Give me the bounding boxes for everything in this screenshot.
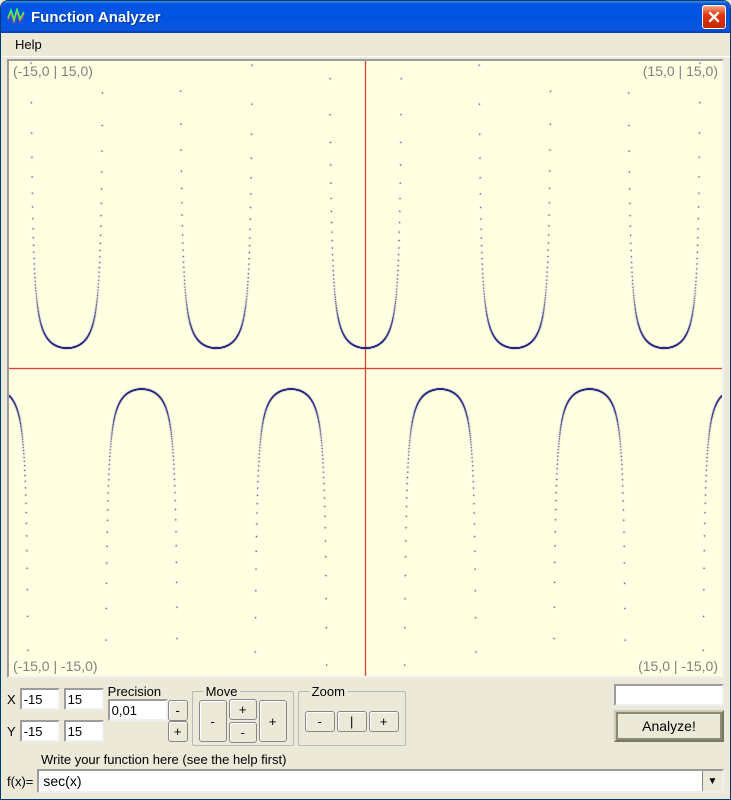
move-up-button[interactable]: + [229, 699, 257, 720]
zoom-in-button[interactable]: + [369, 711, 399, 732]
plot-canvas [9, 61, 722, 676]
move-group: Move - + - + [192, 684, 294, 746]
close-icon [708, 11, 720, 23]
zoom-out-button[interactable]: - [305, 711, 335, 732]
function-input[interactable] [39, 771, 702, 791]
app-icon [7, 8, 25, 26]
zoom-reset-button[interactable]: | [337, 711, 367, 732]
y-min-input[interactable] [20, 720, 60, 742]
close-button[interactable] [702, 5, 726, 29]
status-field[interactable] [614, 684, 724, 706]
precision-minus-button[interactable]: - [168, 700, 188, 721]
precision-label: Precision [108, 684, 168, 699]
content-area: (-15,0 | 15,0) (15,0 | 15,0) (-15,0 | -1… [1, 57, 730, 799]
range-block: X Y [7, 684, 104, 746]
app-window: Function Analyzer Help (-15,0 | 15,0) (1… [0, 0, 731, 800]
move-down-button[interactable]: - [229, 722, 257, 743]
corner-label-top-right: (15,0 | 15,0) [643, 63, 718, 79]
y-label: Y [7, 724, 16, 739]
y-max-input[interactable] [64, 720, 104, 742]
bottom-row: Write your function here (see the help f… [7, 752, 724, 793]
titlebar[interactable]: Function Analyzer [1, 1, 730, 33]
menubar: Help [1, 33, 730, 57]
right-block: Analyze! [614, 684, 724, 746]
x-label: X [7, 692, 16, 707]
function-dropdown-button[interactable]: ▼ [702, 771, 722, 791]
x-max-input[interactable] [64, 688, 104, 710]
function-combo: ▼ [37, 769, 724, 793]
precision-input[interactable] [108, 699, 168, 721]
corner-label-bottom-left: (-15,0 | -15,0) [13, 658, 98, 674]
chevron-down-icon: ▼ [708, 776, 718, 787]
analyze-button[interactable]: Analyze! [614, 710, 724, 742]
precision-plus-button[interactable]: + [168, 721, 188, 742]
zoom-label: Zoom [309, 684, 348, 699]
plot-panel[interactable]: (-15,0 | 15,0) (15,0 | 15,0) (-15,0 | -1… [7, 59, 724, 678]
window-title: Function Analyzer [31, 9, 702, 26]
fx-label: f(x)= [7, 774, 33, 789]
move-left-button[interactable]: - [199, 700, 227, 742]
corner-label-bottom-right: (15,0 | -15,0) [638, 658, 718, 674]
function-hint: Write your function here (see the help f… [7, 752, 724, 767]
move-right-button[interactable]: + [259, 700, 287, 742]
controls-row: X Y Precision - + Move [7, 684, 724, 746]
corner-label-top-left: (-15,0 | 15,0) [13, 63, 93, 79]
move-label: Move [203, 684, 241, 699]
x-min-input[interactable] [20, 688, 60, 710]
precision-block: Precision - + [108, 684, 188, 746]
menu-help[interactable]: Help [7, 35, 50, 54]
zoom-group: Zoom - | + [298, 684, 406, 746]
